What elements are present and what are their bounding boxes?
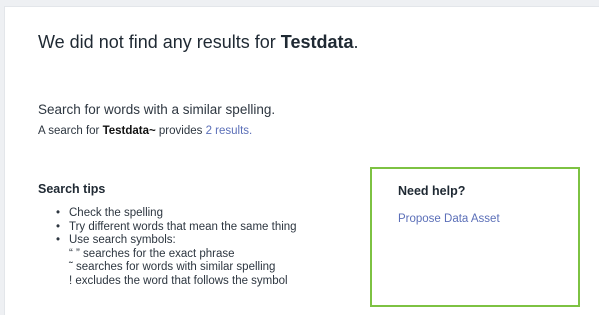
results-panel: We did not find any results for Testdata… — [4, 6, 599, 315]
search-tips-title: Search tips — [38, 182, 106, 196]
help-title: Need help? — [398, 184, 466, 198]
headline-prefix: We did not find any results for — [38, 32, 281, 52]
suggestion-prefix: A search for — [38, 125, 103, 137]
search-tips-list: Check the spelling Try different words t… — [54, 207, 297, 288]
search-query: Testdata — [280, 32, 354, 52]
symbol-exact-phrase: “ ” searches for the exact phrase — [69, 247, 235, 260]
help-box: Need help? Propose Data Asset — [370, 167, 580, 307]
fuzzy-query: Testdata~ — [102, 125, 156, 137]
propose-data-asset-link[interactable]: Propose Data Asset — [398, 213, 500, 225]
no-results-headline: We did not find any results for Testdata… — [38, 32, 359, 53]
tip-item: Check the spelling — [54, 207, 297, 221]
symbol-exclude: ! excludes the word that follows the sym… — [69, 274, 288, 287]
symbol-similar-spelling: ˜ searches for words with similar spelli… — [69, 261, 276, 273]
tip-item: Use search symbols: — [54, 234, 297, 248]
similar-spelling-heading: Search for words with a similar spelling… — [38, 102, 276, 117]
fuzzy-suggestion: A search for Testdata~ provides 2 result… — [38, 125, 252, 137]
fuzzy-results-link[interactable]: 2 results. — [206, 125, 253, 137]
headline-suffix: . — [353, 32, 359, 52]
tip-item: Try different words that mean the same t… — [54, 221, 297, 235]
search-symbols: “ ” searches for the exact phrase ˜ sear… — [54, 248, 297, 289]
suggestion-middle: provides — [155, 125, 206, 137]
